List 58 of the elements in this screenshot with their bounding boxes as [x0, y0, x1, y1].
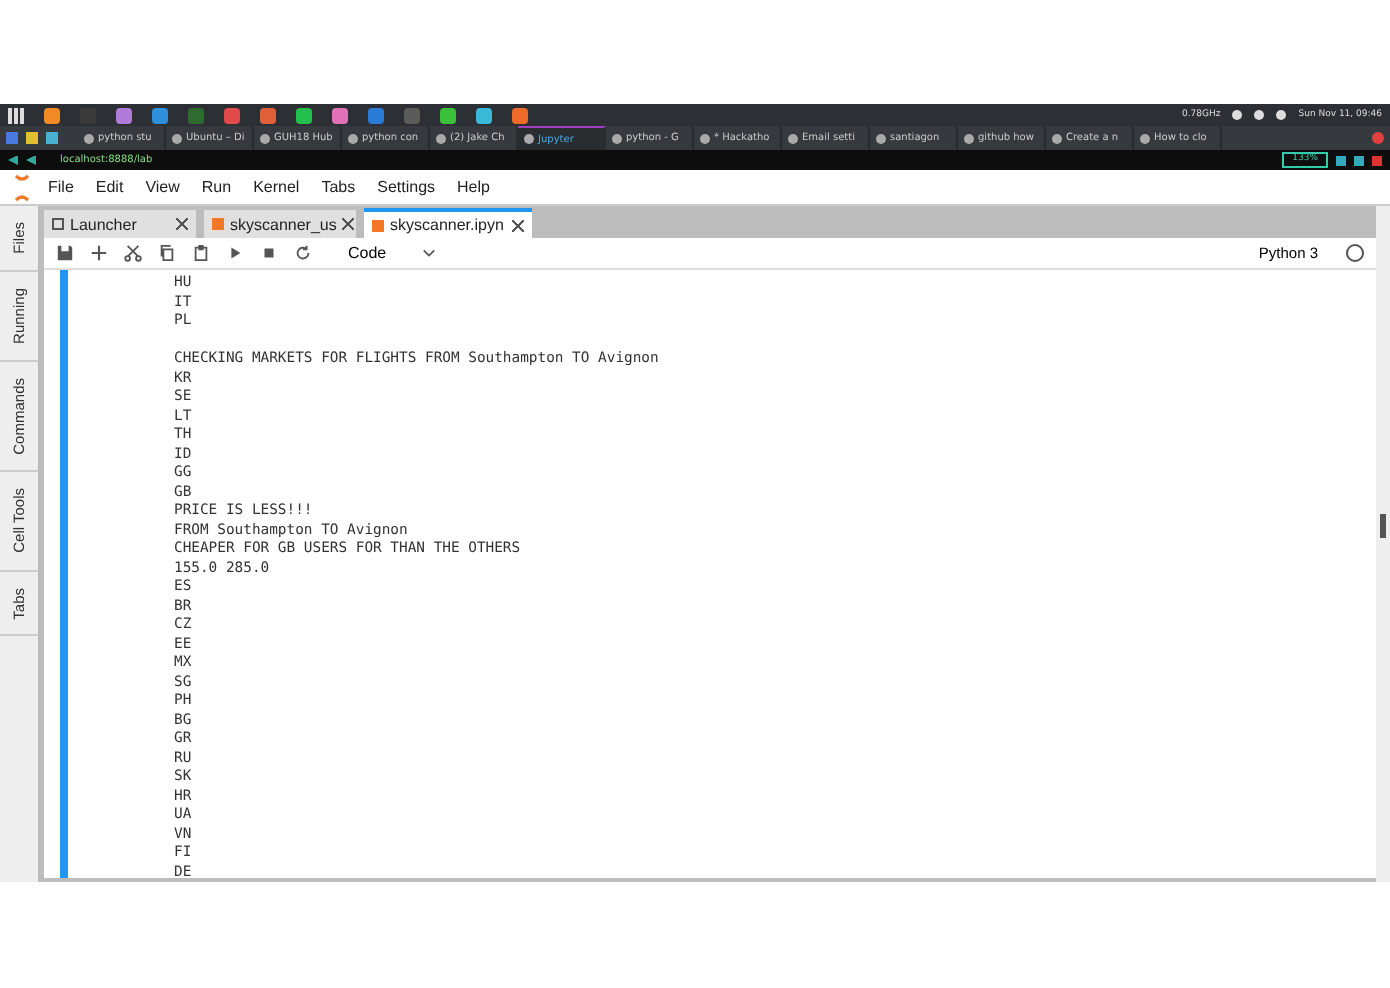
document-tab[interactable]: skyscanner_us [204, 210, 356, 238]
app-launcher-icon[interactable] [116, 107, 132, 123]
notebook-icon [372, 219, 384, 231]
cell-type-dropdown[interactable]: Code [348, 244, 437, 262]
favicon-icon [436, 133, 446, 143]
notebook-icon [212, 218, 224, 230]
forward-icon[interactable] [26, 155, 36, 165]
app-launcher-icon[interactable] [332, 107, 348, 123]
stop-icon[interactable] [260, 244, 278, 262]
menu-item[interactable]: Tabs [321, 178, 356, 196]
restart-icon[interactable] [294, 244, 312, 262]
favicon-icon [524, 134, 534, 144]
scrollbar-thumb[interactable] [1380, 514, 1386, 538]
cell-selection-bar[interactable] [60, 270, 68, 878]
app-launcher-icon[interactable] [260, 107, 276, 123]
menu-item[interactable]: View [145, 178, 180, 196]
favicon-icon [700, 133, 710, 143]
app-launcher-icon[interactable] [296, 107, 312, 123]
close-icon[interactable] [342, 218, 355, 230]
run-icon[interactable] [226, 244, 244, 262]
copy-icon[interactable] [158, 244, 176, 262]
app-launcher-icon[interactable] [368, 107, 384, 123]
menu-item[interactable]: File [48, 178, 74, 196]
favicon-icon [172, 133, 182, 143]
app-launcher-icon[interactable] [44, 107, 60, 123]
favicon-icon [876, 133, 886, 143]
menu-item[interactable]: Settings [377, 178, 436, 196]
favicon-icon [348, 133, 358, 143]
favicon-icon [260, 133, 270, 143]
launcher-icon [52, 218, 64, 230]
paste-icon[interactable] [192, 244, 210, 262]
favicon-icon [1140, 133, 1150, 143]
caret-icon [422, 248, 437, 258]
menu-item[interactable]: Help [457, 178, 490, 196]
favicon-icon [84, 133, 94, 143]
save-icon[interactable] [56, 244, 74, 262]
add-icon[interactable] [90, 244, 108, 262]
app-launcher-icon[interactable] [224, 107, 240, 123]
app-launcher-icon[interactable] [440, 107, 456, 123]
jupyter-logo [12, 173, 32, 201]
menu-item[interactable]: Kernel [253, 178, 300, 196]
document-tab[interactable]: skyscanner.ipyn [364, 208, 532, 238]
app-launcher-icon[interactable] [152, 107, 168, 123]
favicon-icon [964, 133, 974, 143]
app-launcher-icon[interactable] [512, 107, 528, 123]
menu-item[interactable]: Run [201, 178, 232, 196]
document-tab[interactable]: Launcher [44, 210, 196, 238]
app-launcher-icon[interactable] [476, 107, 492, 123]
close-icon[interactable] [176, 218, 188, 230]
menu-item[interactable]: Edit [95, 178, 124, 196]
favicon-icon [612, 133, 622, 143]
app-grid-icon[interactable] [8, 107, 24, 123]
cut-icon[interactable] [124, 244, 142, 262]
close-icon[interactable] [512, 219, 524, 231]
favicon-icon [788, 133, 798, 143]
favicon-icon [1052, 133, 1062, 143]
kernel-status-icon [1346, 244, 1364, 262]
back-icon[interactable] [8, 155, 18, 165]
